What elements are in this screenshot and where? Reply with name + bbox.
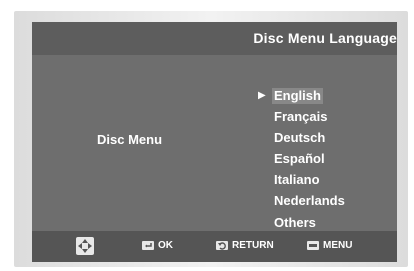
osd-screen: Disc Menu Language Disc Menu ▶ English F… [32,22,397,262]
return-hint: RETURN [216,240,274,251]
menu-hint: MENU [307,240,352,251]
language-option-others[interactable]: Others [272,215,318,231]
language-option-italiano[interactable]: Italiano [272,172,322,188]
section-label: Disc Menu [97,132,163,147]
selection-arrow-icon: ▶ [258,90,266,101]
language-option-espanol[interactable]: Español [272,151,327,167]
language-option-francais[interactable]: Français [272,109,329,125]
ok-label: OK [158,240,173,251]
language-option-nederlands[interactable]: Nederlands [272,193,347,209]
ok-hint: OK [142,240,173,251]
return-label: RETURN [232,240,274,251]
menu-body: Disc Menu ▶ English Français Deutsch Esp… [32,55,397,231]
dpad-icon [76,237,94,255]
return-icon [216,241,228,250]
menu-label: MENU [323,240,353,251]
language-option-english[interactable]: English [272,88,323,104]
menu-header: Disc Menu Language [32,22,397,55]
menu-icon [307,241,319,250]
footer-hint-bar: OK RETURN MENU [32,231,397,262]
page-title: Disc Menu Language [253,30,397,46]
enter-icon [142,241,154,250]
language-option-deutsch[interactable]: Deutsch [272,130,327,146]
